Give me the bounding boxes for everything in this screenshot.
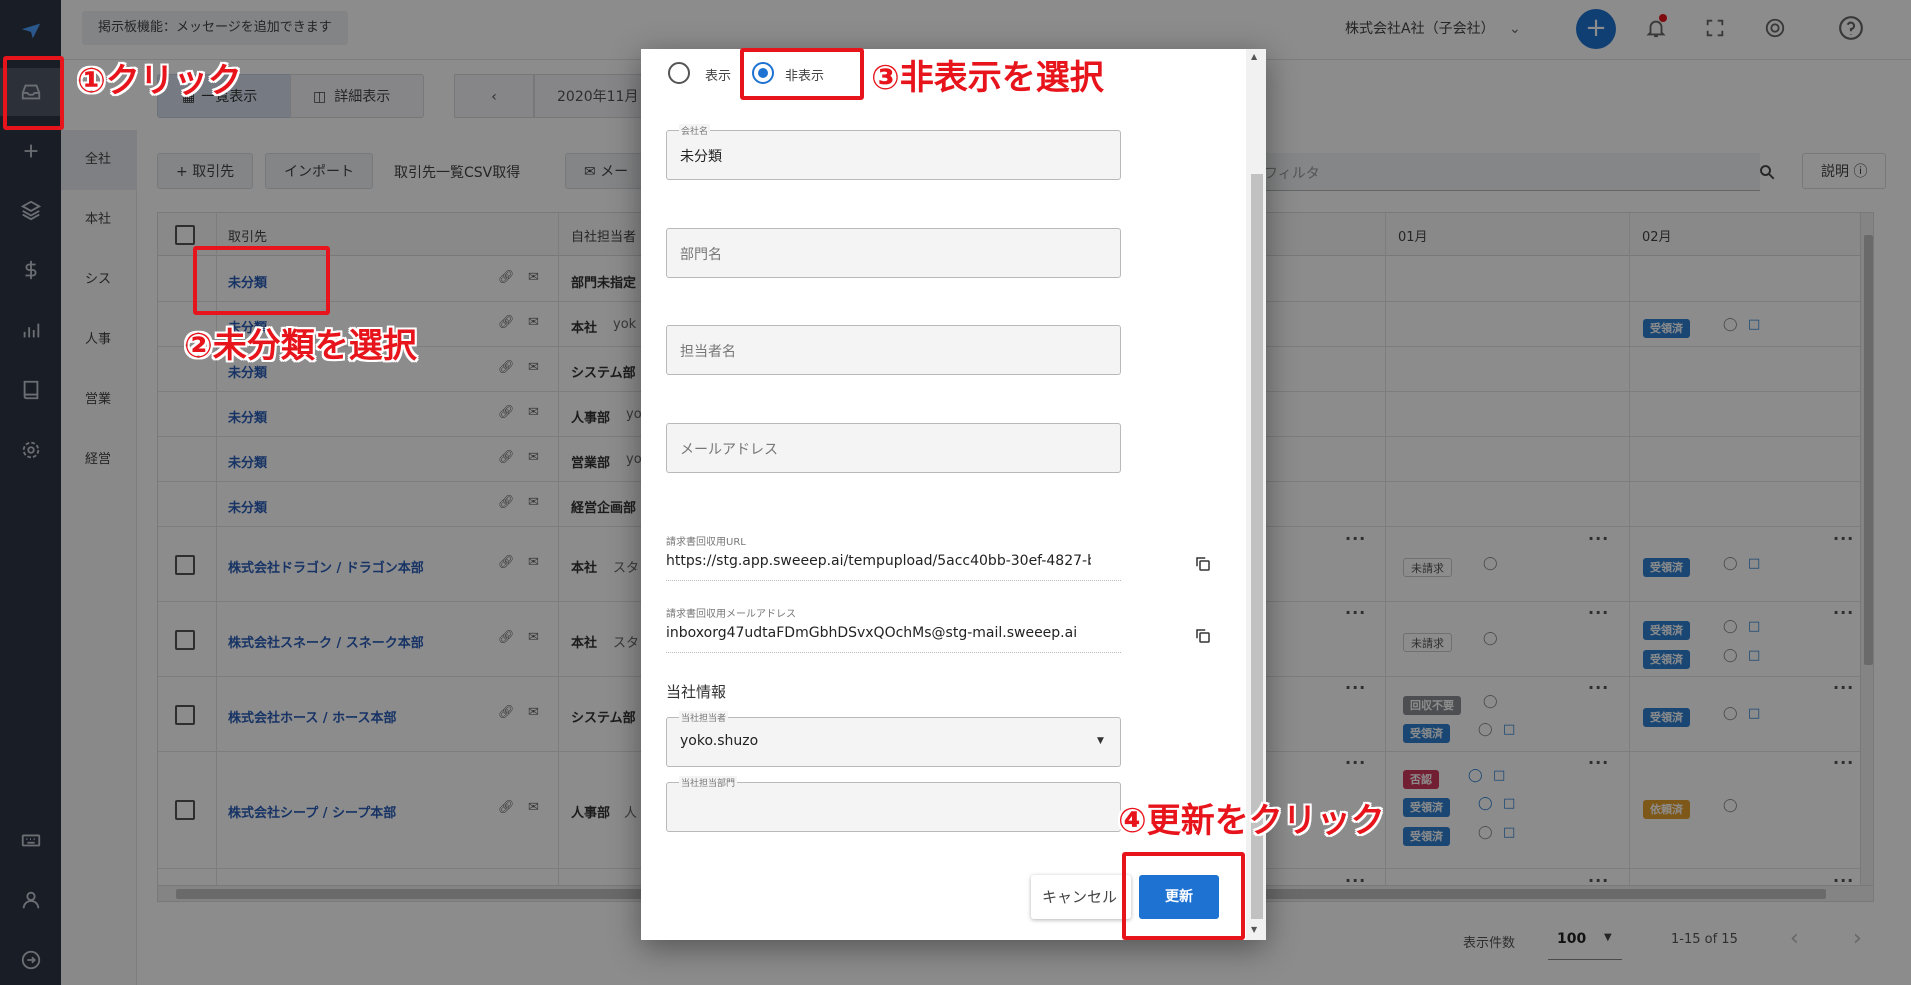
- dept-name-field[interactable]: 部門名: [666, 228, 1121, 278]
- radio-circle: [668, 62, 690, 84]
- url-label: 請求書回収用URL: [666, 537, 746, 548]
- annotation-box-3: [740, 48, 864, 100]
- annotation-step3: ③非表示を選択: [871, 58, 1104, 98]
- annotation-step1: ①クリック: [77, 61, 242, 101]
- cancel-button[interactable]: キャンセル: [1031, 875, 1131, 919]
- copy-icon[interactable]: [1194, 555, 1212, 577]
- email-field[interactable]: メールアドレス: [666, 423, 1121, 473]
- owner-dept-field[interactable]: 当社担当部門: [666, 776, 1121, 832]
- annotation-box-4: [1122, 852, 1245, 940]
- caret-down-icon: ▼: [1097, 736, 1104, 746]
- company-name-field[interactable]: 会社名 未分類: [666, 124, 1121, 180]
- annotation-step4: ④更新をクリック: [1118, 801, 1385, 841]
- annotation-step2: ②未分類を選択: [184, 326, 417, 366]
- annotation-box-1: [3, 56, 64, 130]
- upload-url: https://stg.app.sweeep.ai/tempupload/5ac…: [666, 553, 1091, 569]
- owner-select[interactable]: 当社担当者 yoko.shuzo ▼: [666, 711, 1121, 767]
- scroll-up-icon[interactable]: ▲: [1251, 52, 1257, 61]
- section-title: 当社情報: [666, 683, 727, 701]
- annotation-box-2: [193, 246, 330, 315]
- person-name-field[interactable]: 担当者名: [666, 325, 1121, 375]
- copy-icon[interactable]: [1194, 627, 1212, 649]
- upload-mail-address: inboxorg47udtaFDmGbhDSvxQOchMs@stg-mail.…: [666, 625, 1078, 641]
- scroll-down-icon[interactable]: ▼: [1251, 925, 1257, 934]
- mail-address-label: 請求書回収用メールアドレス: [666, 609, 796, 620]
